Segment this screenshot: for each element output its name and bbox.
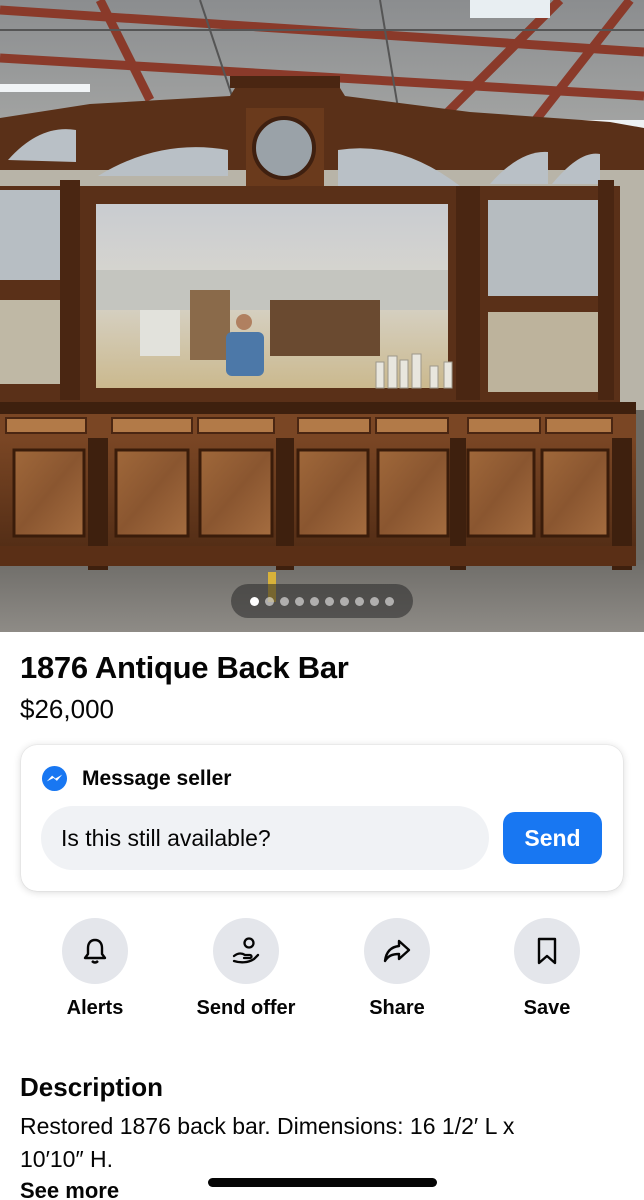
share-button[interactable]: [364, 918, 430, 984]
carousel-dot[interactable]: [385, 596, 394, 606]
carousel-indicator[interactable]: [231, 584, 413, 618]
carousel-dot[interactable]: [310, 596, 319, 606]
share-action[interactable]: Share: [332, 918, 462, 1020]
save-action[interactable]: Save: [482, 918, 612, 1020]
message-input[interactable]: [41, 806, 489, 870]
offer-icon: [232, 937, 260, 964]
description-heading: Description: [20, 1072, 164, 1102]
send-offer-button[interactable]: [213, 918, 279, 984]
messenger-icon: [41, 765, 68, 792]
bell-icon: [83, 938, 107, 964]
send-offer-action[interactable]: Send offer: [181, 918, 311, 1020]
message-seller-label: Message seller: [82, 766, 232, 790]
save-label: Save: [523, 997, 571, 1019]
carousel-dot[interactable]: [295, 596, 304, 606]
carousel-dot[interactable]: [370, 596, 379, 606]
bookmark-icon: [537, 937, 557, 965]
listing-price: $26,000: [20, 694, 114, 724]
see-more-link[interactable]: See more: [20, 1178, 119, 1200]
save-button[interactable]: [514, 918, 580, 984]
carousel-dot[interactable]: [325, 596, 334, 606]
carousel-dot[interactable]: [250, 596, 259, 606]
send-button[interactable]: Send: [503, 812, 602, 864]
action-row: Alerts Send offer Share Save: [0, 918, 644, 1028]
carousel-dot[interactable]: [355, 596, 364, 606]
share-label: Share: [369, 997, 425, 1019]
home-indicator[interactable]: [208, 1178, 437, 1187]
carousel-dot[interactable]: [280, 596, 289, 606]
listing-title: 1876 Antique Back Bar: [20, 650, 349, 685]
back-bar-image: [0, 0, 644, 632]
alerts-button[interactable]: [62, 918, 128, 984]
share-icon: [383, 939, 411, 963]
message-seller-card: Message seller Send: [21, 745, 623, 891]
listing-photo[interactable]: [0, 0, 644, 632]
message-seller-header: Message seller: [41, 765, 231, 792]
alerts-label: Alerts: [66, 997, 124, 1019]
send-offer-label: Send offer: [196, 997, 296, 1019]
carousel-dot[interactable]: [340, 596, 349, 606]
description-text: Restored 1876 back bar. Dimensions: 16 1…: [20, 1113, 515, 1172]
carousel-dot[interactable]: [265, 596, 274, 606]
alerts-action[interactable]: Alerts: [30, 918, 160, 1020]
